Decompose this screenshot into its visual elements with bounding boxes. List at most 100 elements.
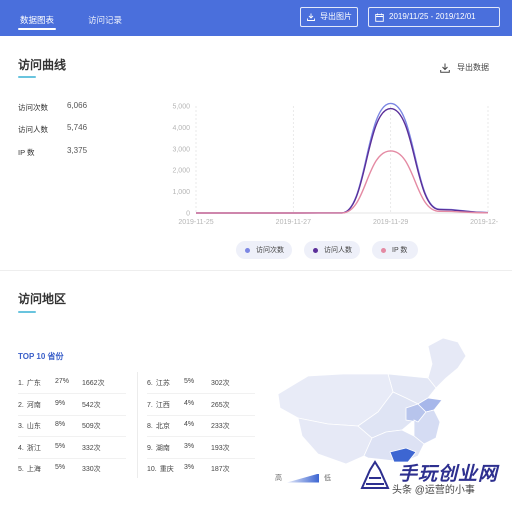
province-row: 10. 重庆 3% 187次 — [147, 464, 257, 475]
export-data-label: 导出数据 — [457, 63, 489, 72]
stat-visits-label: 访问次数 — [18, 103, 48, 112]
scale-gradient-bar — [287, 473, 319, 483]
row-divider — [18, 457, 126, 459]
tab-data-charts[interactable]: 数据图表 — [0, 0, 74, 36]
province-percent: 5% — [184, 378, 195, 385]
legend-ip-marker — [381, 247, 386, 253]
row-divider — [147, 414, 255, 416]
province-percent: 27% — [55, 378, 70, 385]
province-label: 北京 — [155, 423, 170, 430]
legend-visits-label: 访问次数 — [256, 247, 284, 254]
legend-visits-marker — [245, 247, 250, 253]
province-rank: 2. — [18, 401, 24, 409]
stat-visitors-label: 访问人数 — [18, 125, 48, 134]
province-percent: 5% — [55, 442, 66, 450]
province-label: 江西 — [155, 401, 170, 409]
province-percent: 8% — [55, 421, 66, 428]
stat-ip-label: IP 数 — [18, 148, 35, 157]
export-image-button[interactable]: 导出图片 — [300, 7, 358, 27]
province-rank: 4. — [18, 444, 24, 452]
stat-visitors-value: 5,746 — [67, 123, 88, 132]
export-data-button[interactable]: 导出数据 — [440, 62, 489, 73]
stat-visits: 访问次数 6,066 — [18, 101, 128, 113]
province-percent: 4% — [184, 399, 195, 407]
date-range-value: 2019/11/25 - 2019/12/01 — [389, 12, 476, 21]
watermark-logo-icon — [360, 460, 390, 489]
province-rank: 6. — [147, 380, 153, 387]
province-name: 5. 上海 — [18, 464, 41, 474]
province-percent: 3% — [184, 464, 195, 471]
province-rank: 10. — [147, 466, 157, 473]
row-divider — [147, 436, 255, 437]
province-count: 302次 — [211, 380, 230, 387]
province-percent: 3% — [184, 442, 195, 450]
province-label: 湖南 — [155, 444, 170, 452]
legend-visitors[interactable]: 访问人数 — [304, 241, 360, 259]
province-name: 8. 北京 — [147, 421, 170, 431]
china-map[interactable] — [268, 334, 498, 470]
stat-ip-value: 3,375 — [67, 146, 88, 155]
legend-visits[interactable]: 访问次数 — [236, 241, 292, 259]
top-navigation-bar: 数据图表 访问记录 导出图片 2019/11/25 - 2019/12/01 — [0, 0, 512, 36]
province-name: 7. 江西 — [147, 400, 170, 410]
x-tick-label: 2019-11-27 — [276, 219, 311, 226]
province-rank: 9. — [147, 444, 153, 452]
province-count: 265次 — [211, 401, 230, 409]
series-line — [195, 107, 489, 214]
province-row: 5. 上海 5% 330次 — [18, 464, 128, 475]
legend-visitors-marker — [313, 247, 318, 253]
visit-curve-title: 访问曲线 — [18, 58, 67, 72]
province-count: 187次 — [211, 466, 230, 473]
stat-ip: IP 数 3,375 — [18, 146, 128, 158]
row-divider — [147, 393, 255, 394]
x-tick-label: 2019-12-01 — [470, 219, 498, 226]
calendar-icon — [375, 13, 384, 22]
y-tick-label: 0 — [186, 211, 190, 218]
province-row: 6. 江苏 5% 302次 — [147, 378, 257, 389]
scale-high-label: 高 — [275, 475, 282, 482]
province-row: 8. 北京 4% 233次 — [147, 421, 257, 432]
y-tick-label: 3,000 — [172, 146, 190, 153]
province-name: 3. 山东 — [18, 421, 41, 431]
province-count: 193次 — [211, 444, 230, 452]
y-tick-label: 4,000 — [172, 125, 190, 132]
province-label: 上海 — [26, 466, 41, 473]
visit-region-title-underline — [18, 311, 36, 313]
series-line — [195, 102, 489, 214]
series-line — [195, 150, 489, 214]
date-range-picker[interactable]: 2019/11/25 - 2019/12/01 — [368, 7, 500, 27]
province-label: 江苏 — [155, 380, 170, 387]
export-image-label: 导出图片 — [320, 12, 352, 21]
province-label: 河南 — [26, 401, 41, 409]
province-rank: 1. — [18, 380, 24, 387]
province-row: 9. 湖南 3% 193次 — [147, 443, 257, 454]
province-row: 1. 广东 27% 1662次 — [18, 378, 128, 389]
legend-ip[interactable]: IP 数 — [372, 241, 418, 259]
visit-line-chart: 0 1,000 2,000 3,000 4,000 5,000 2019-11-25 2019… — [172, 102, 498, 226]
province-label: 重庆 — [159, 466, 174, 473]
province-count: 233次 — [211, 423, 230, 430]
province-percent: 4% — [184, 421, 195, 428]
province-percent: 9% — [55, 399, 66, 407]
tab-visit-records[interactable]: 访问记录 — [74, 0, 136, 36]
province-count: 542次 — [82, 401, 101, 409]
x-tick-label: 2019-11-29 — [373, 219, 408, 226]
province-label: 广东 — [26, 380, 41, 387]
section-divider — [0, 270, 512, 271]
stat-visits-value: 6,066 — [67, 101, 88, 110]
province-name: 10. 重庆 — [147, 464, 174, 474]
map-region-northeast[interactable] — [427, 337, 467, 389]
province-rank: 8. — [147, 423, 153, 430]
province-count: 332次 — [82, 444, 101, 452]
top10-provinces-title: TOP 10 省份 — [18, 352, 64, 361]
x-tick-label: 2019-11-25 — [178, 219, 213, 226]
legend-visitors-label: 访问人数 — [324, 247, 352, 254]
visit-curve-title-underline — [18, 76, 36, 78]
province-name: 6. 江苏 — [147, 378, 170, 388]
stat-visitors: 访问人数 5,746 — [18, 123, 128, 135]
province-label: 浙江 — [26, 444, 41, 452]
scale-low-label: 低 — [324, 475, 331, 482]
visit-region-title: 访问地区 — [18, 292, 67, 306]
province-row: 2. 河南 9% 542次 — [18, 400, 128, 411]
download-icon — [440, 63, 450, 73]
